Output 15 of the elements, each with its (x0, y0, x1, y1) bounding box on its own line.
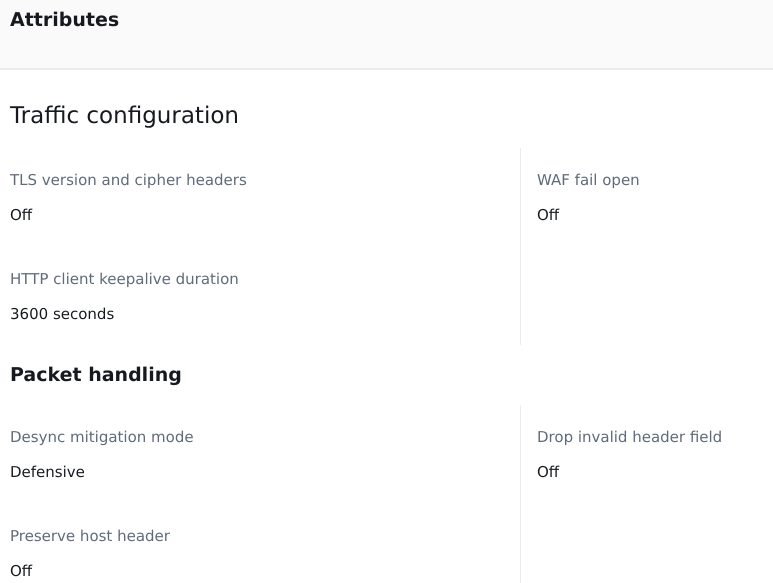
field-value: Off (10, 205, 32, 226)
field-label: TLS version and cipher headers (10, 170, 247, 191)
page-title: Attributes (10, 8, 120, 33)
field-value: Off (537, 205, 560, 226)
field-value: Off (537, 462, 560, 483)
field-value: Defensive (10, 462, 85, 483)
field-label: Preserve host header (10, 526, 170, 547)
field-label: WAF fail open (537, 170, 640, 191)
field-label: Desync mitigation mode (10, 427, 194, 448)
field-label: HTTP client keepalive duration (10, 269, 239, 290)
field-value: Off (10, 561, 32, 582)
section-title: Traffic configuration (10, 102, 239, 131)
section-title: Packet handling (10, 363, 182, 388)
field-value: 3600 seconds (10, 304, 114, 325)
field-label: Drop invalid header field (537, 427, 722, 448)
